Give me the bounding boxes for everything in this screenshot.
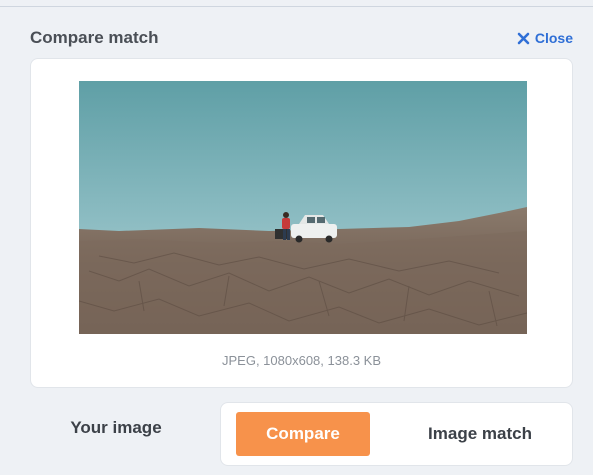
image-meta: JPEG, 1080x608, 138.3 KB [222, 353, 381, 368]
compare-toggle-group: Compare Image match [220, 402, 573, 466]
panel-title: Compare match [30, 28, 159, 47]
close-button[interactable]: Close [517, 30, 573, 46]
image-preview-card: JPEG, 1080x608, 138.3 KB [30, 58, 573, 388]
compare-button[interactable]: Compare [236, 412, 370, 456]
close-label: Close [534, 30, 573, 46]
top-divider [0, 6, 593, 7]
close-icon [517, 32, 530, 44]
panel-header: Compare match Close [30, 24, 573, 52]
image-match-tab[interactable]: Image match [391, 412, 569, 456]
your-image-tab[interactable]: Your image [44, 418, 188, 438]
preview-image [79, 81, 527, 334]
